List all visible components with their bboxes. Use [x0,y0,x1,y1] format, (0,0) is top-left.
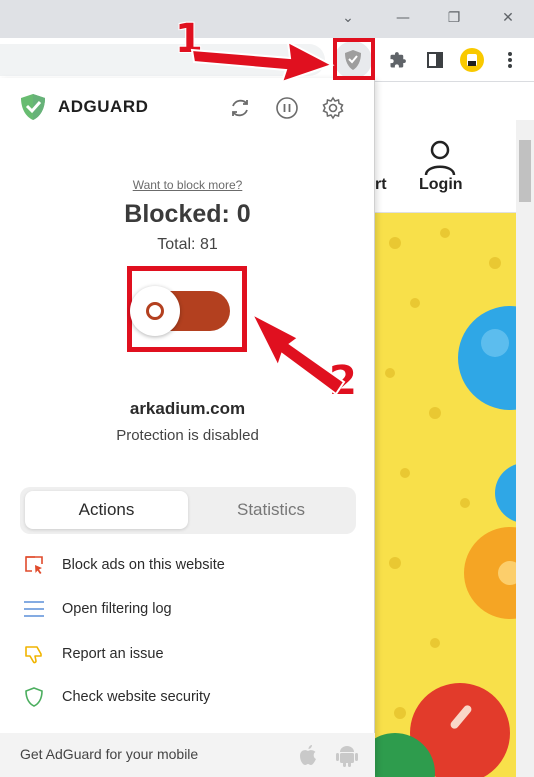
android-icon[interactable] [335,743,359,767]
site-domain: arkadium.com [129,399,246,418]
action-label: Open filtering log [62,601,172,617]
action-label: Block ads on this website [62,557,225,573]
apple-icon[interactable] [296,743,320,767]
shield-outline-icon [22,685,46,709]
want-more-link[interactable]: Want to block more? [0,178,375,192]
scrollbar-thumb[interactable] [519,140,531,202]
off-ring-icon [146,302,164,320]
blocked-count: Blocked: 0 [124,200,251,228]
adguard-logo: ADGUARD [18,92,148,122]
action-filtering-log[interactable]: Open filtering log [22,596,172,622]
user-icon[interactable] [423,140,457,176]
popup-tabs: Actions Statistics [20,487,356,534]
settings-gear-icon[interactable] [319,94,347,122]
profile-avatar[interactable] [458,46,486,74]
adguard-popup: ADGUARD Want to block more? Blocked: 0 T… [0,78,375,777]
page-scrollbar[interactable] [516,120,534,777]
toggle-highlight-frame [127,266,247,352]
restore-button[interactable]: ❐ [444,8,464,28]
brand-name: ADGUARD [58,97,149,116]
action-label: Report an issue [62,646,164,662]
action-label: Check website security [62,689,211,705]
total-count: Total: 81 [157,236,218,253]
browser-menu-icon[interactable] [496,46,524,74]
step-1-arrow-icon [190,40,335,84]
cart-link[interactable]: rt [375,176,387,194]
toggle-knob[interactable] [130,286,180,336]
site-header: rt Login [375,120,516,213]
minimize-button[interactable]: — [393,8,413,28]
tab-statistics[interactable]: Statistics [190,491,352,529]
tab-search-chevron-icon[interactable]: ⌄ [338,8,358,28]
protection-toggle[interactable] [130,286,230,336]
thumbs-down-icon [22,642,46,666]
action-block-ads[interactable]: Block ads on this website [22,552,225,578]
adguard-shield-icon [21,94,45,120]
login-link[interactable]: Login [419,176,463,194]
block-ads-icon [22,553,46,577]
protection-status: Protection is disabled [116,427,259,444]
tab-actions[interactable]: Actions [25,491,188,529]
extensions-puzzle-icon[interactable] [384,46,412,74]
blue-ball-icon [458,306,516,410]
game-board[interactable] [375,213,516,777]
action-check-security[interactable]: Check website security [22,684,210,710]
pause-icon[interactable] [273,94,301,122]
close-window-button[interactable]: ✕ [498,8,518,28]
side-panel-icon[interactable] [421,46,449,74]
refresh-icon[interactable] [226,94,254,122]
action-report-issue[interactable]: Report an issue [22,641,164,667]
step-2-arrow-icon [249,311,346,396]
popup-footer: Get AdGuard for your mobile [0,733,375,777]
get-mobile-text: Get AdGuard for your mobile [20,746,199,762]
filtering-log-icon [22,597,46,621]
webpage-content: rt Login [375,120,534,777]
